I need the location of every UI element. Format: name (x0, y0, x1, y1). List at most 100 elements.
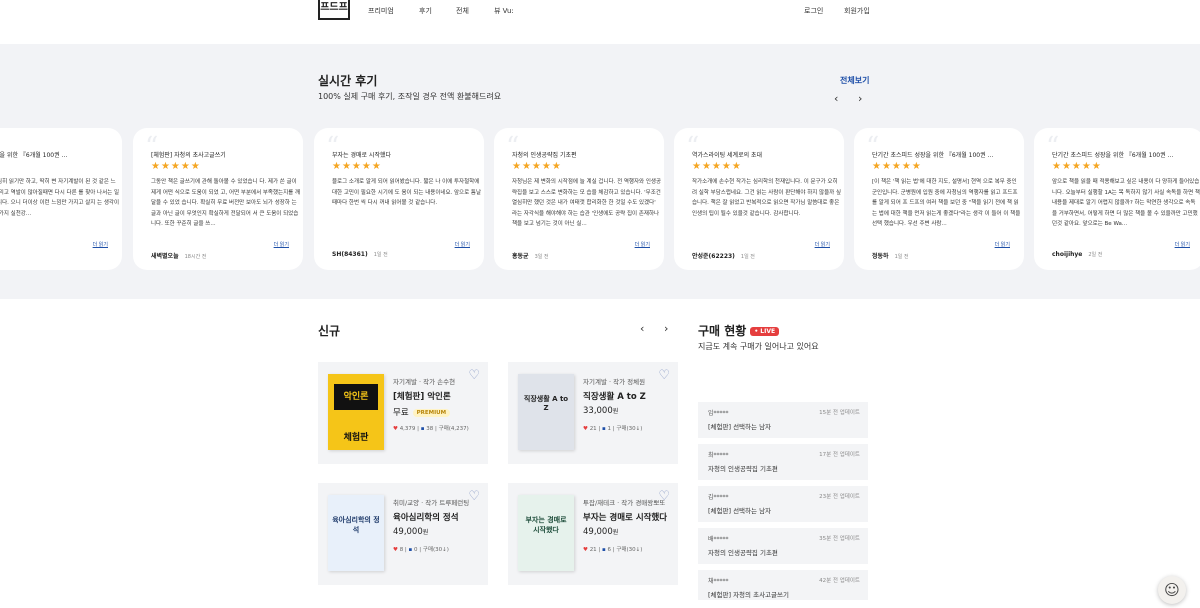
comment-count: 6 (607, 547, 612, 553)
read-more-link[interactable]: 더 읽기 (995, 241, 1010, 248)
view-all-link[interactable]: 전체보기 (840, 75, 869, 86)
read-more-link[interactable]: 더 읽기 (455, 241, 470, 248)
product-card[interactable]: 악인론 체험판 ♡ 자기계발 · 작가 손수현 [체험판] 악인론 무료 PREM… (318, 362, 488, 464)
reviews-prev-button[interactable]: ‹ (834, 92, 838, 105)
purchase-row: 임***** 15분 전 업데이트 [체험판] 선택하는 남자 (698, 402, 868, 438)
comment-icon: ▪ (420, 426, 425, 432)
review-product-title: 스피드 성장을 위한 『6개월 100권 ... (0, 152, 68, 159)
review-product-title: 부자는 경매로 시작했다 (332, 152, 392, 159)
product-name[interactable]: 직장생활 A to Z (583, 390, 646, 402)
review-product-title: 단기간 초스피드 성장을 위한 『6개월 100권 ... (1052, 152, 1174, 159)
product-name[interactable]: 육아심리학의 정석 (393, 511, 459, 523)
book-cover: 직장생활 A to Z (518, 374, 574, 450)
site-logo[interactable]: 프드프 (318, 0, 350, 20)
author-name: 홍동균 (512, 253, 529, 260)
review-card[interactable]: “역가스라이팅 세계로의 초대 ★★★★★ 작가소개에 손수현 작가는 심리학의 천… (674, 128, 844, 270)
heart-outline-icon[interactable]: ♡ (468, 489, 480, 504)
purchase-time: 15분 전 업데이트 (819, 408, 860, 416)
review-card[interactable]: “[체험판] 자청의 초사고글쓰기 ★★★★★ 그동안 책은 글쓰기에 관해 돌아볼… (133, 128, 303, 270)
product-card[interactable]: 직장생활 A to Z ♡ 자기계발 · 작가 정체원 직장생활 A to Z … (508, 362, 678, 464)
read-more-link[interactable]: 더 읽기 (274, 241, 289, 248)
purchased-item: [체험판] 자청의 초사고글쓰기 (708, 591, 789, 599)
purchase-ago: 15분 전 (819, 410, 838, 416)
product-stats: ♥ 8 | ▪ 0 | 구매(30↓) (393, 547, 449, 553)
buyer-name: 배***** (708, 536, 729, 543)
purchase-tag: 업데이트 (839, 494, 860, 500)
product-price: 무료 PREMIUM (393, 406, 451, 418)
review-time: 3일 전 (534, 254, 549, 260)
nav-vu[interactable]: 뷰 Vu: (494, 6, 514, 16)
review-card[interactable]: “자청의 인생공략집 기초편 ★★★★★ 자청님은 제 변화의 시작점에 늘 계실 … (494, 128, 664, 270)
purchased-item: 자청의 인생공략집 기초편 (708, 549, 778, 557)
review-time: 18시간 전 (184, 254, 207, 260)
review-body: [이 책은 '책 읽는 법'에 대한 지도, 설명서] 현역 으로 복무 중인 … (872, 179, 1021, 227)
heart-icon: ♥ (583, 547, 588, 553)
purchase-tag: 업데이트 (839, 536, 860, 542)
product-card[interactable]: 육아심리학의 정석 ♡ 취미/교양 · 작가 트루페런팅 육아심리학의 정석 4… (318, 483, 488, 585)
reviews-next-button[interactable]: › (858, 92, 862, 105)
top-nav: 프드프 프리미엄 후기 전체 뷰 Vu: 로그인 회원가입 (0, 0, 1200, 22)
price-value: 무료 (393, 408, 409, 418)
chat-bot-icon[interactable]: ☺ (1158, 576, 1186, 604)
read-more-link[interactable]: 더 읽기 (1175, 241, 1190, 248)
like-count: 4,379 (399, 426, 416, 432)
price-value: 49,000 (393, 527, 423, 537)
cover-title: 악인론 (334, 384, 378, 410)
review-body: 블로그 소개로 알게 되어 읽어봤습니다. 짧은 나 이에 투자철학에 대한 고… (332, 179, 482, 206)
nav-premium[interactable]: 프리미엄 (368, 6, 394, 16)
purchase-status-subtitle: 지금도 계속 구매가 일어나고 있어요 (698, 342, 819, 351)
review-card[interactable]: “부자는 경매로 시작했다 ★★★★★ 블로그 소개로 알게 되어 읽어봤습니다. … (314, 128, 484, 270)
review-product-title: 자청의 인생공략집 기초편 (512, 152, 577, 159)
login-link[interactable]: 로그인 (804, 6, 823, 16)
nav-all[interactable]: 전체 (456, 6, 469, 16)
review-body: 개발서를 열심히 읽기만 하고, 딱히 변 자기계발이 된 것 같은 느낌으로 … (0, 179, 120, 217)
product-stats: ♥ 21 | ▪ 6 | 구매(30↓) (583, 547, 643, 553)
heart-outline-icon[interactable]: ♡ (658, 368, 670, 383)
product-name[interactable]: 부자는 경매로 시작했다 (583, 511, 667, 523)
reviews-subtitle: 100% 실제 구매 후기, 조작일 경우 전액 환불해드려요 (318, 92, 502, 101)
buyer-name: 채***** (708, 578, 729, 585)
read-more-link[interactable]: 더 읽기 (93, 241, 108, 248)
buyer-name: 최***** (708, 452, 729, 459)
purchase-ago: 35분 전 (819, 536, 838, 542)
cover-subtitle: 체험판 (343, 433, 369, 443)
product-stats: ♥ 21 | ▪ 1 | 구매(30↓) (583, 426, 643, 432)
purchase-row: 채***** 42분 전 업데이트 [체험판] 자청의 초사고글쓰기 (698, 570, 868, 600)
purchase-ago: 23분 전 (819, 494, 838, 500)
review-time: 1일 전 (373, 252, 388, 258)
read-more-link[interactable]: 더 읽기 (815, 241, 830, 248)
new-prev-button[interactable]: ‹ (640, 322, 644, 335)
cover-title: 육아심리학의 정석 (332, 516, 380, 534)
price-value: 49,000 (583, 527, 613, 537)
purchase-row: 김***** 23분 전 업데이트 [체험판] 선택하는 남자 (698, 486, 868, 522)
star-rating: ★★★★★ (332, 161, 382, 172)
product-name[interactable]: [체험판] 악인론 (393, 390, 451, 402)
review-author: SH(84361) 1일 전 (332, 251, 388, 258)
comment-icon: ▪ (408, 547, 413, 553)
review-card[interactable]: “단기간 초스피드 성장을 위한 『6개월 100권 ... ★★★★★ 앞으로 책… (1034, 128, 1200, 270)
heart-outline-icon[interactable]: ♡ (468, 368, 480, 383)
comment-icon: ▪ (602, 426, 606, 432)
like-count: 21 (589, 547, 597, 553)
like-count: 21 (589, 426, 597, 432)
new-next-button[interactable]: › (664, 322, 668, 335)
nav-reviews[interactable]: 후기 (419, 6, 432, 16)
product-card[interactable]: 부자는 경매로 시작했다 ♡ 투잡/재테크 · 작가 경매왕뽀또 부자는 경매로… (508, 483, 678, 585)
author-name: 정동하 (872, 253, 889, 260)
purchase-time: 42분 전 업데이트 (819, 576, 860, 584)
review-body: 작가소개에 손수현 작가는 심리학의 천재입니다. 이 문구가 오히려 실학 부… (692, 179, 842, 217)
purchase-row: 배***** 35분 전 업데이트자청의 인생공략집 기초편 (698, 528, 868, 564)
purchase-tag: 업데이트 (839, 578, 860, 584)
read-more-link[interactable]: 더 읽기 (635, 241, 650, 248)
purchase-tag: 업데이트 (839, 410, 860, 416)
purchase-ago: 17분 전 (819, 452, 838, 458)
star-rating: ★★★★★ (1052, 161, 1102, 172)
like-count: 8 (399, 547, 404, 553)
star-rating: ★★★★★ (151, 161, 201, 172)
review-card[interactable]: “스피드 성장을 위한 『6개월 100권 ...★★★개발서를 열심히 읽기만… (0, 128, 122, 270)
author-name: SH(84361) (332, 251, 368, 258)
review-card[interactable]: “단기간 초스피드 성장을 위한 『6개월 100권 ... ★★★★★ [이 책은… (854, 128, 1024, 270)
product-price: 49,000원 (583, 527, 618, 537)
signup-link[interactable]: 회원가입 (844, 6, 870, 16)
review-body: 그동안 책은 글쓰기에 관해 돌아볼 수 있었습니 다. 제가 쓴 글이 제게 … (151, 179, 301, 227)
